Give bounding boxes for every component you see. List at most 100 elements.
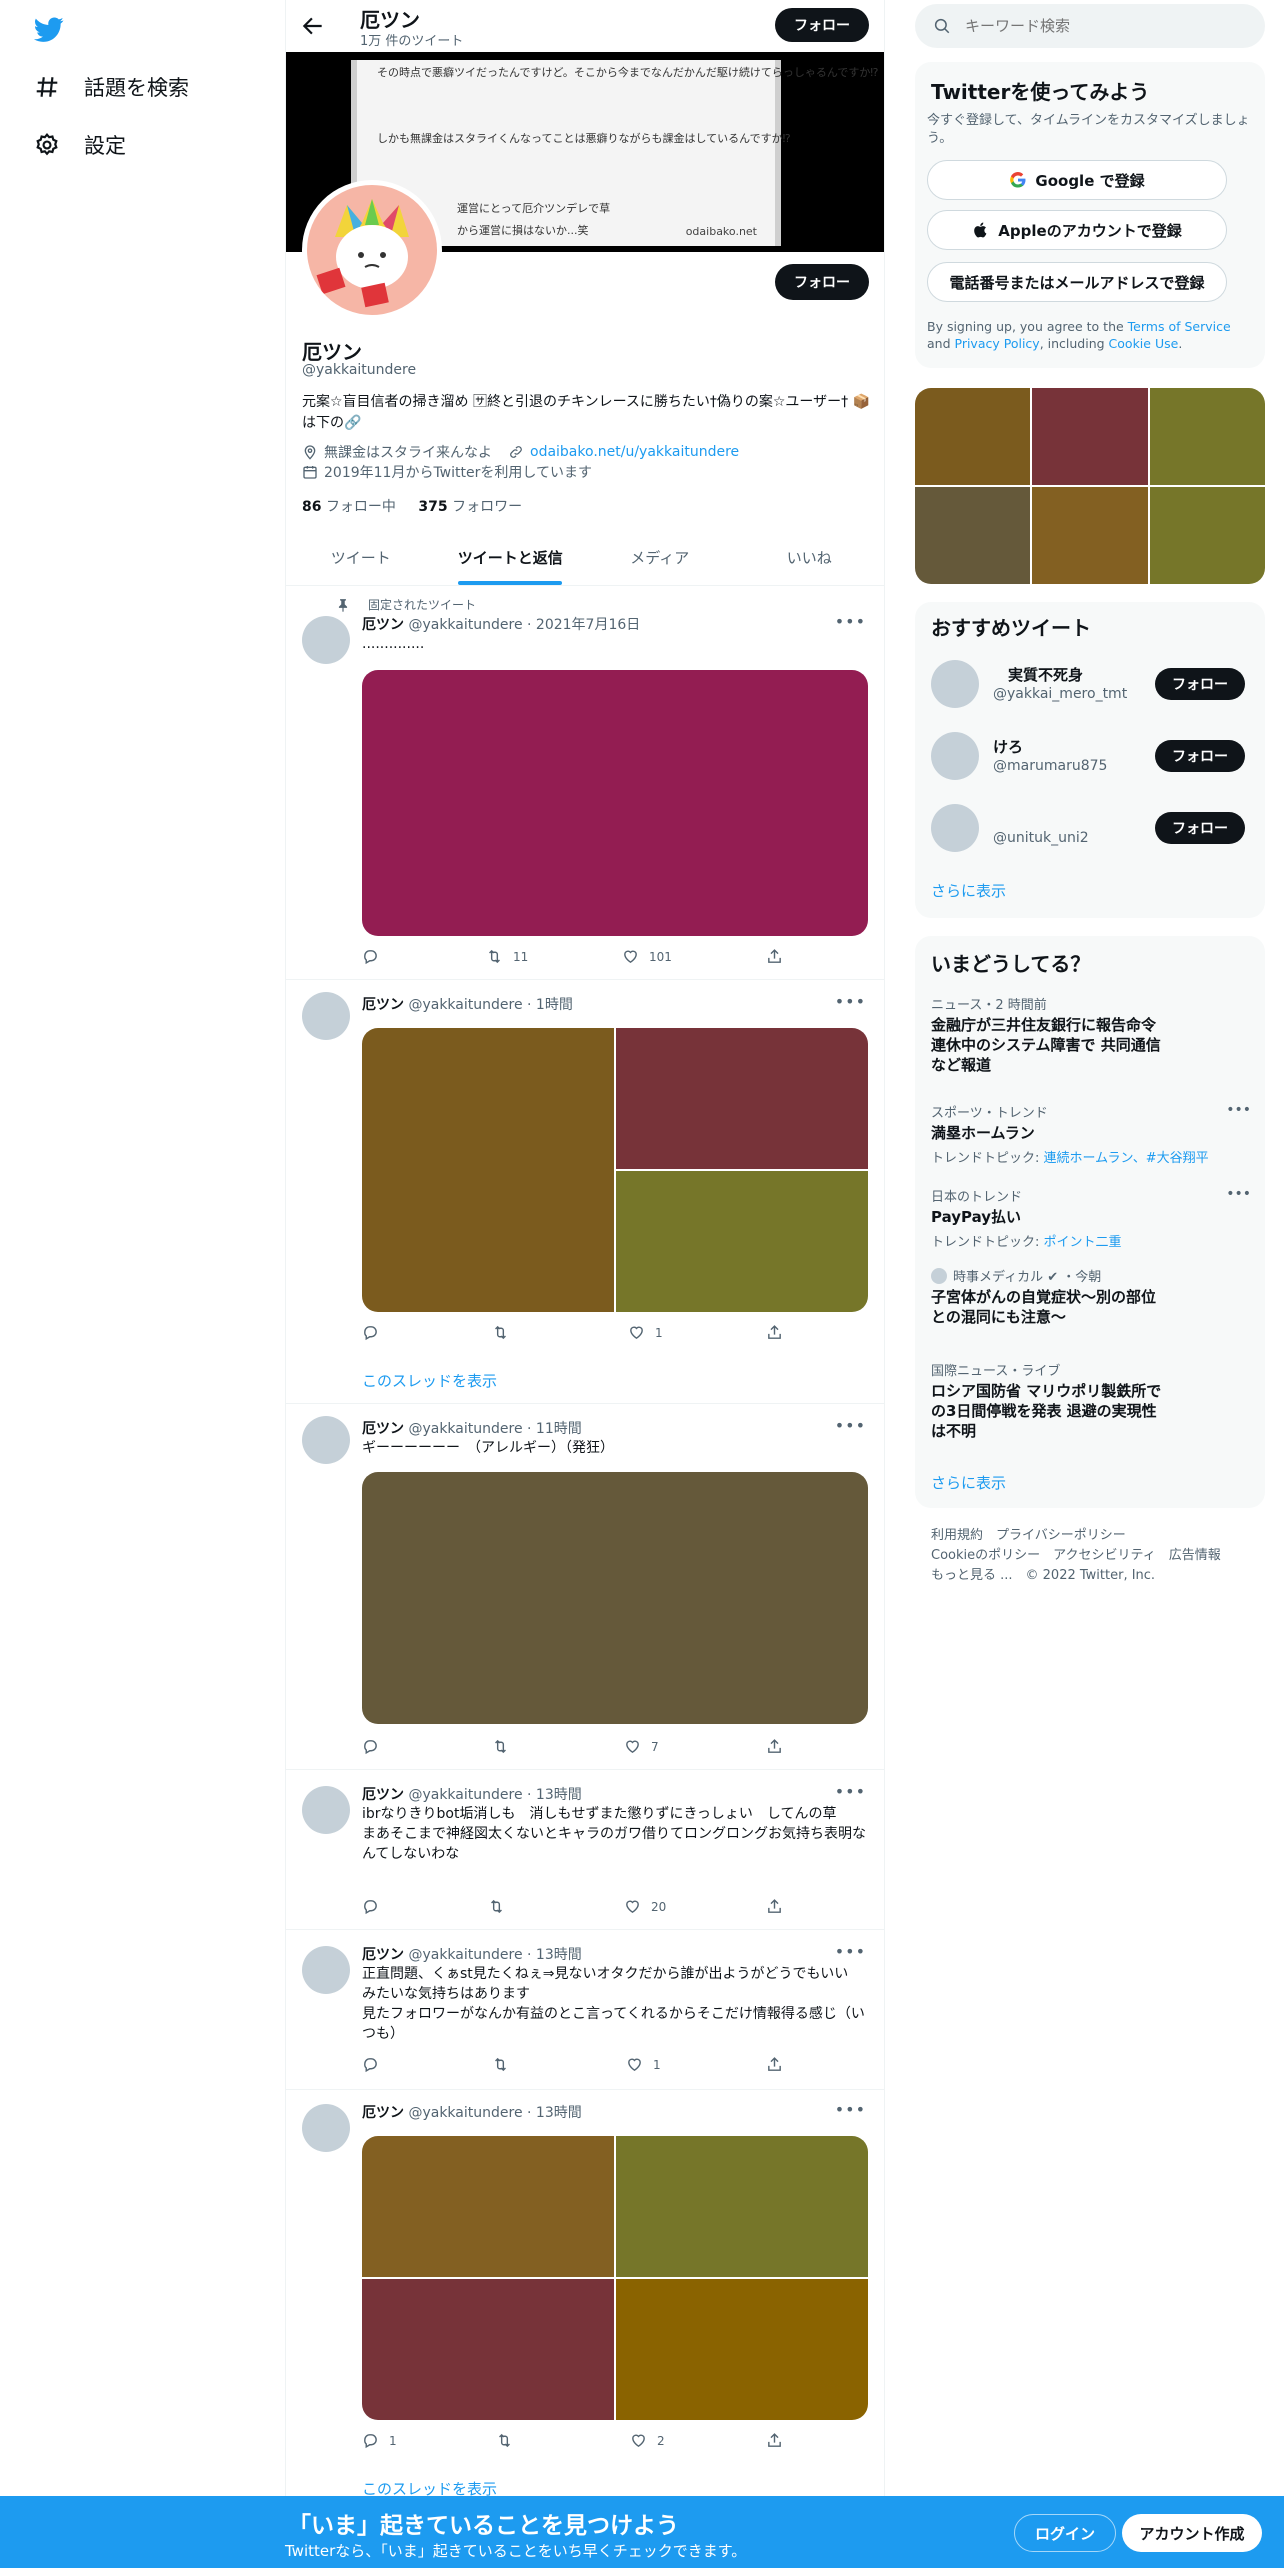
tweet-author[interactable]: 厄ツン bbox=[362, 2105, 404, 2121]
tweet-media-grid[interactable] bbox=[362, 1028, 868, 1312]
trend-item[interactable]: 国際ニュース・ライブ ロシア国防省 マリウポリ製鉄所での3日間停戦を発表 退避の… bbox=[931, 1360, 1251, 1441]
share-button[interactable] bbox=[766, 1324, 783, 1341]
trend-sub-links[interactable]: ポイント二重 bbox=[1044, 1235, 1122, 1250]
tweet[interactable]: 厄ツン @yakkaitundere · 13時間 ••• 1 2 このスレッド… bbox=[286, 2090, 884, 2510]
terms-link[interactable]: Terms of Service bbox=[1128, 319, 1231, 334]
tweet-time[interactable]: 13時間 bbox=[536, 2105, 582, 2121]
like-button[interactable]: 1 bbox=[626, 2056, 661, 2073]
recommend-follow-button[interactable]: フォロー bbox=[1155, 812, 1245, 844]
media-thumbnail[interactable] bbox=[915, 487, 1030, 584]
reply-button[interactable] bbox=[362, 1898, 389, 1915]
media-thumbnail[interactable] bbox=[1032, 487, 1148, 584]
footer-links-1[interactable]: 利用規約 プライバシーポリシー bbox=[931, 1524, 1126, 1543]
like-button[interactable]: 7 bbox=[624, 1738, 659, 1755]
retweet-button[interactable] bbox=[488, 1898, 515, 1915]
like-button[interactable]: 1 bbox=[628, 1324, 663, 1341]
tweet-avatar[interactable] bbox=[302, 1786, 350, 1834]
tab-likes[interactable]: いいね bbox=[735, 530, 885, 585]
nav-explore[interactable]: 話題を検索 bbox=[34, 72, 189, 102]
more-options-icon[interactable]: ••• bbox=[835, 992, 866, 1011]
cookie-link[interactable]: Cookie Use bbox=[1109, 336, 1179, 351]
tweet[interactable]: 厄ツン @yakkaitundere · 2021年7月16日 ••• ....… bbox=[286, 586, 884, 980]
trend-more-icon[interactable]: ••• bbox=[1226, 1186, 1251, 1202]
phone-email-signup-button[interactable]: 電話番号またはメールアドレスで登録 bbox=[927, 262, 1227, 302]
trend-more-icon[interactable]: ••• bbox=[1226, 1102, 1251, 1118]
retweet-button[interactable] bbox=[492, 2056, 519, 2073]
tweet[interactable]: 厄ツン @yakkaitundere · 13時間 ••• 正直問題、くぁst見… bbox=[286, 1930, 884, 2090]
recommend-follow-button[interactable]: フォロー bbox=[1155, 668, 1245, 700]
search-box[interactable] bbox=[915, 4, 1265, 48]
tweet-author[interactable]: 厄ツン bbox=[362, 997, 404, 1013]
tab-media[interactable]: メディア bbox=[585, 530, 735, 585]
retweet-button[interactable] bbox=[496, 2432, 523, 2449]
tweet-author[interactable]: 厄ツン bbox=[362, 617, 404, 633]
tweet-time[interactable]: 11時間 bbox=[536, 1421, 582, 1437]
media-thumbnail[interactable] bbox=[915, 388, 1030, 485]
retweet-button[interactable] bbox=[492, 1738, 519, 1755]
recommend-avatar[interactable] bbox=[931, 660, 979, 708]
following-link[interactable]: 86 フォロー中 bbox=[302, 499, 396, 515]
retweet-button[interactable]: 11 bbox=[486, 948, 528, 965]
search-input[interactable] bbox=[965, 17, 1225, 35]
reply-button[interactable]: 1 bbox=[362, 2432, 397, 2449]
like-button[interactable]: 20 bbox=[624, 1898, 666, 1915]
tweet-time[interactable]: 2021年7月16日 bbox=[536, 617, 640, 633]
show-thread-link[interactable]: このスレッドを表示 bbox=[362, 1370, 497, 1391]
google-signup-button[interactable]: Google で登録 bbox=[927, 160, 1227, 200]
tweet-avatar[interactable] bbox=[302, 1946, 350, 1994]
media-image[interactable] bbox=[362, 2279, 614, 2420]
like-button[interactable]: 2 bbox=[630, 2432, 665, 2449]
like-button[interactable]: 101 bbox=[622, 948, 672, 965]
back-arrow-icon[interactable] bbox=[300, 13, 326, 39]
tweet-media-image[interactable] bbox=[362, 1472, 868, 1724]
footer-links-2[interactable]: Cookieのポリシー アクセシビリティ 広告情報 bbox=[931, 1544, 1221, 1563]
more-options-icon[interactable]: ••• bbox=[835, 1782, 866, 1801]
recommend-user[interactable]: けろ @marumaru875 フォロー bbox=[931, 730, 1261, 782]
media-thumbnail[interactable] bbox=[1150, 388, 1265, 485]
trend-item[interactable]: 時事メディカル ✔ ・今朝 子宮体がんの自覚症状～別の部位との混同にも注意～ bbox=[931, 1266, 1251, 1327]
trend-item[interactable]: スポーツ・トレンド 満塁ホームラン トレンドトピック: 連続ホームラン、#大谷翔… bbox=[931, 1102, 1251, 1166]
tweet-avatar[interactable] bbox=[302, 1416, 350, 1464]
tweet-time[interactable]: 1時間 bbox=[536, 997, 573, 1013]
trends-show-more[interactable]: さらに表示 bbox=[931, 1472, 1006, 1493]
share-button[interactable] bbox=[766, 2432, 783, 2449]
profile-url-link[interactable]: odaibako.net/u/yakkaitundere bbox=[530, 444, 739, 460]
tweet-author[interactable]: 厄ツン bbox=[362, 1787, 404, 1803]
twitter-logo-icon[interactable] bbox=[34, 14, 64, 44]
trend-sub-links[interactable]: 連続ホームラン、#大谷翔平 bbox=[1044, 1151, 1209, 1166]
recommend-follow-button[interactable]: フォロー bbox=[1155, 740, 1245, 772]
tweet-author[interactable]: 厄ツン bbox=[362, 1947, 404, 1963]
recommend-user[interactable]: 実質不死身 @yakkai_mero_tmt フォロー bbox=[931, 658, 1261, 710]
more-options-icon[interactable]: ••• bbox=[835, 1416, 866, 1435]
tweet-avatar[interactable] bbox=[302, 2104, 350, 2152]
reply-button[interactable] bbox=[362, 2056, 389, 2073]
privacy-link[interactable]: Privacy Policy bbox=[955, 336, 1040, 351]
footer-links-3[interactable]: もっと見る ... © 2022 Twitter, Inc. bbox=[931, 1564, 1155, 1583]
profile-avatar[interactable] bbox=[302, 180, 442, 320]
create-account-button[interactable]: アカウント作成 bbox=[1122, 2514, 1262, 2552]
tweet-time[interactable]: 13時間 bbox=[536, 1947, 582, 1963]
media-image[interactable] bbox=[362, 2136, 614, 2277]
recommend-avatar[interactable] bbox=[931, 732, 979, 780]
tweet[interactable]: 厄ツン @yakkaitundere · 13時間 ••• ibrなりきりbot… bbox=[286, 1770, 884, 1930]
share-button[interactable] bbox=[766, 1738, 783, 1755]
reply-button[interactable] bbox=[362, 1324, 389, 1341]
share-button[interactable] bbox=[766, 948, 783, 965]
share-button[interactable] bbox=[766, 2056, 783, 2073]
tweet-media-image[interactable] bbox=[362, 670, 868, 936]
trend-item[interactable]: ニュース・2 時間前 金融庁が三井住友銀行に報告命令 連休中のシステム障害で 共… bbox=[931, 994, 1251, 1075]
login-button[interactable]: ログイン bbox=[1014, 2514, 1116, 2552]
media-thumbnail[interactable] bbox=[1150, 487, 1265, 584]
recommend-avatar[interactable] bbox=[931, 804, 979, 852]
recommend-user[interactable]: @unituk_uni2 フォロー bbox=[931, 802, 1261, 854]
nav-settings[interactable]: 設定 bbox=[34, 130, 126, 160]
tweet-time[interactable]: 13時間 bbox=[536, 1787, 582, 1803]
tweet-author[interactable]: 厄ツン bbox=[362, 1421, 404, 1437]
tweet-avatar[interactable] bbox=[302, 992, 350, 1040]
profile-follow-button[interactable]: フォロー bbox=[775, 264, 869, 300]
recommend-show-more[interactable]: さらに表示 bbox=[931, 880, 1006, 901]
media-image[interactable] bbox=[616, 1171, 868, 1312]
followers-link[interactable]: 375 フォロワー bbox=[418, 499, 522, 515]
tweet-avatar[interactable] bbox=[302, 616, 350, 664]
tweet[interactable]: 厄ツン @yakkaitundere · 1時間 ••• 1 このスレッドを表示 bbox=[286, 980, 884, 1404]
